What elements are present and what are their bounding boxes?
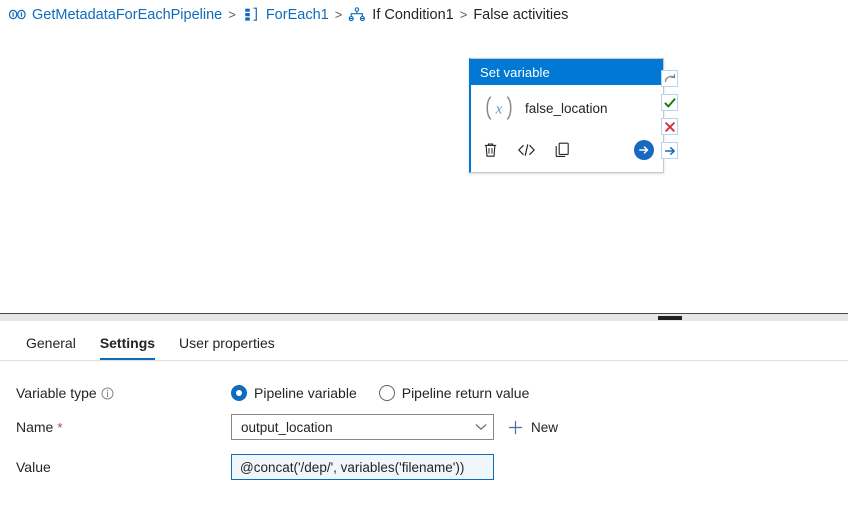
new-variable-button[interactable]: New [508, 420, 558, 435]
activity-card-title: Set variable [480, 64, 550, 80]
breadcrumb-item-pipeline[interactable]: GetMetadataForEachPipeline [8, 7, 222, 23]
handle-completion-icon[interactable] [661, 142, 678, 159]
radio-pipeline-variable-label: Pipeline variable [254, 385, 357, 401]
properties-tabs: General Settings User properties [0, 321, 848, 361]
radio-pipeline-return-value-dot[interactable] [378, 385, 395, 401]
variable-type-label-group: Variable type [16, 385, 115, 401]
name-dropdown[interactable]: output_location [231, 414, 494, 440]
splitter-grip[interactable] [658, 316, 682, 320]
breadcrumb-separator-2: > [334, 7, 343, 22]
radio-pipeline-variable[interactable]: Pipeline variable [231, 385, 357, 401]
name-row: Name * output_location New [0, 414, 848, 440]
breadcrumb-label-false-activities: False activities [473, 6, 569, 23]
variable-type-radio-group: Pipeline variable Pipeline return value [231, 385, 529, 401]
value-label-group: Value [16, 459, 51, 475]
activity-card-header: Set variable [471, 59, 663, 85]
x-variable-icon: x [481, 93, 517, 123]
name-label: Name [16, 419, 54, 435]
activity-card-name: false_location [525, 100, 608, 116]
breadcrumb-label-foreach[interactable]: ForEach1 [266, 7, 329, 23]
new-variable-label: New [531, 419, 559, 435]
activity-card-body: x false_location [471, 85, 663, 131]
info-icon[interactable] [101, 386, 115, 400]
code-icon[interactable] [516, 140, 536, 160]
value-label: Value [16, 459, 51, 475]
value-row: Value @concat('/dep/', variables('filena… [0, 454, 848, 480]
panel-splitter[interactable] [0, 313, 848, 321]
settings-panel: Variable type Pipeline variable Pipeline… [0, 362, 848, 514]
tab-user-properties-label: User properties [179, 335, 275, 351]
tab-user-properties[interactable]: User properties [167, 335, 287, 360]
activity-connector-handles [661, 70, 679, 159]
plus-icon [508, 420, 523, 435]
breadcrumb-item-foreach[interactable]: ForEach1 [242, 7, 329, 23]
breadcrumb: GetMetadataForEachPipeline > ForEach1 > [0, 0, 848, 29]
tab-general[interactable]: General [14, 335, 88, 360]
breadcrumb-separator-1: > [228, 7, 236, 22]
run-activity-button[interactable] [634, 140, 654, 160]
svg-text:x: x [495, 102, 503, 118]
handle-skip-icon[interactable] [661, 70, 678, 87]
radio-pipeline-return-value[interactable]: Pipeline return value [378, 385, 530, 401]
name-required-marker: * [57, 419, 63, 435]
breadcrumb-item-if-condition[interactable]: If Condition1 [348, 7, 454, 23]
breadcrumb-item-false-activities: False activities [473, 7, 568, 23]
chevron-down-icon[interactable] [475, 418, 487, 436]
tab-settings-label: Settings [99, 335, 156, 351]
handle-failure-icon[interactable] [661, 118, 678, 135]
name-label-group: Name * [16, 419, 62, 435]
activity-card-set-variable[interactable]: Set variable x false_location [469, 58, 664, 173]
value-input[interactable]: @concat('/dep/', variables('filename')) [231, 454, 494, 480]
radio-pipeline-variable-dot[interactable] [231, 385, 247, 401]
delete-icon[interactable] [480, 140, 500, 160]
tab-general-label: General [26, 335, 76, 351]
breadcrumb-label-pipeline[interactable]: GetMetadataForEachPipeline [32, 7, 222, 23]
pipeline-icon [8, 7, 26, 23]
foreach-icon [242, 7, 260, 23]
radio-pipeline-return-value-label: Pipeline return value [401, 385, 530, 401]
handle-success-icon[interactable] [661, 94, 678, 111]
variable-type-label: Variable type [16, 385, 97, 401]
activity-card-toolbar [471, 131, 663, 169]
name-dropdown-value: output_location [241, 419, 333, 435]
pipeline-canvas[interactable]: Set variable x false_location [0, 29, 848, 313]
variable-type-row: Variable type Pipeline variable Pipeline… [0, 380, 848, 406]
breadcrumb-separator-3: > [459, 7, 468, 22]
clone-icon[interactable] [552, 140, 572, 160]
tab-settings[interactable]: Settings [88, 335, 167, 360]
breadcrumb-label-if-condition[interactable]: If Condition1 [372, 7, 453, 23]
if-condition-icon [348, 7, 366, 23]
